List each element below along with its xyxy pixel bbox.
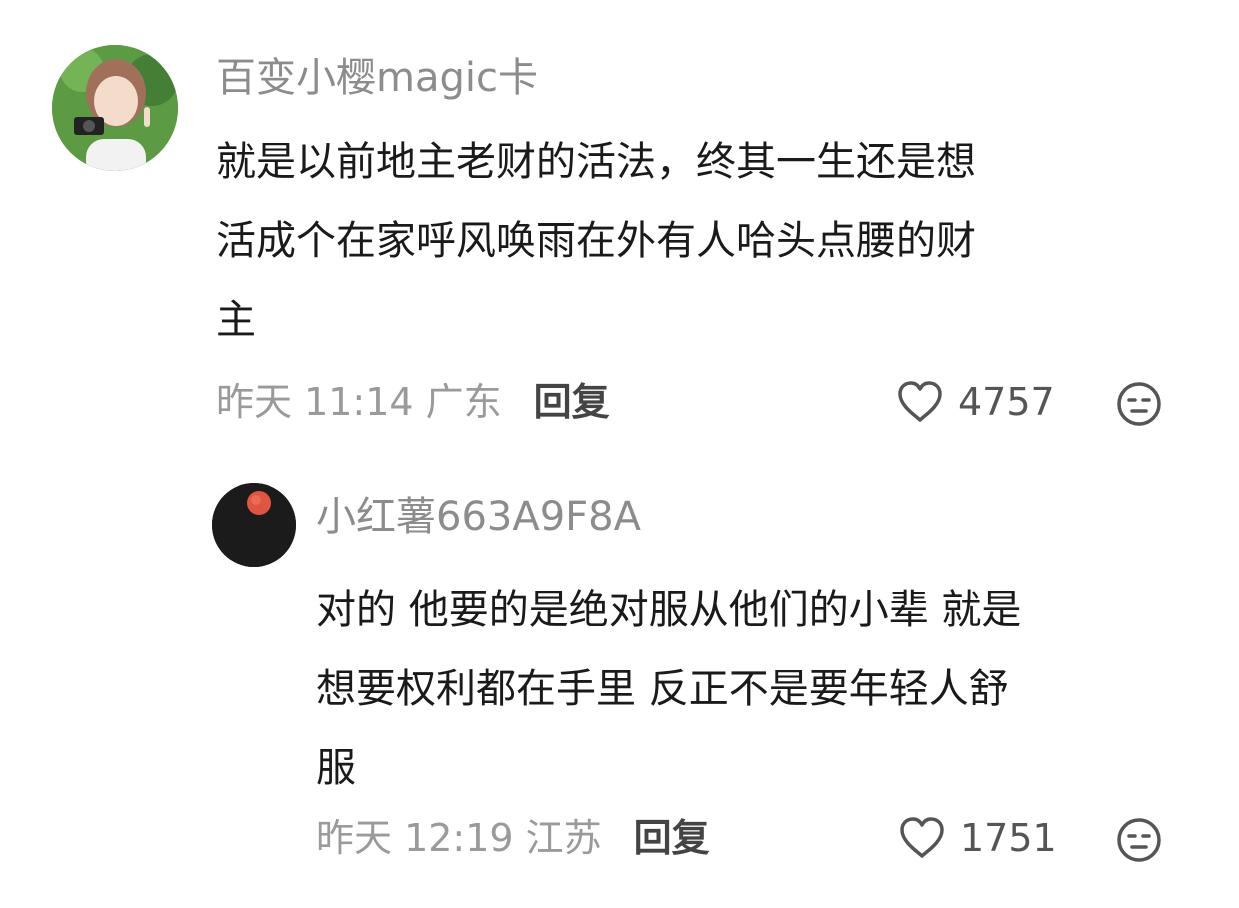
comment-username[interactable]: 小红薯663A9F8A	[316, 493, 641, 541]
like-button[interactable]: 1751	[898, 816, 1057, 860]
like-count: 4757	[958, 380, 1055, 424]
reply-button[interactable]: 回复	[634, 812, 710, 864]
heart-outline-icon	[900, 817, 944, 858]
comment-text-line: 对的 他要的是绝对服从他们的小辈 就是	[316, 587, 1022, 633]
comment-item: 百变小樱magic卡 就是以前地主老财的活法，终其一生还是想 活成个在家呼风唤雨…	[0, 0, 1239, 450]
comment-text: 对的 他要的是绝对服从他们的小辈 就是 想要权利都在手里 反正不是要年轻人舒 服	[316, 571, 1196, 808]
reply-comment-item: 小红薯663A9F8A 对的 他要的是绝对服从他们的小辈 就是 想要权利都在手里…	[0, 450, 1239, 908]
comment-text-line: 服	[316, 745, 356, 791]
reply-button[interactable]: 回复	[534, 376, 610, 428]
comment-text-line: 就是以前地主老财的活法，终其一生还是想	[216, 139, 976, 185]
comment-text: 就是以前地主老财的活法，终其一生还是想 活成个在家呼风唤雨在外有人哈头点腰的财 …	[216, 123, 1176, 360]
like-count: 1751	[960, 816, 1057, 860]
comment-username[interactable]: 百变小樱magic卡	[216, 54, 538, 102]
comment-meta: 昨天 12:19 江苏 回复	[316, 812, 710, 864]
avatar[interactable]	[52, 45, 178, 171]
comment-time-location: 昨天 12:19 江苏	[316, 816, 602, 860]
comment-text-line: 主	[216, 297, 256, 343]
emoji-face-icon[interactable]	[1115, 816, 1163, 864]
emoji-face-icon[interactable]	[1115, 380, 1163, 428]
like-button[interactable]: 4757	[896, 380, 1055, 424]
avatar[interactable]	[212, 483, 296, 567]
comment-time-location: 昨天 11:14 广东	[216, 380, 502, 424]
user-avatar-photo-icon	[52, 45, 178, 171]
heart-outline-icon	[898, 381, 942, 422]
comment-text-line: 想要权利都在手里 反正不是要年轻人舒	[316, 666, 1009, 712]
user-avatar-moon-icon	[212, 483, 296, 567]
comment-text-line: 活成个在家呼风唤雨在外有人哈头点腰的财	[216, 218, 976, 264]
comment-meta: 昨天 11:14 广东 回复	[216, 376, 610, 428]
